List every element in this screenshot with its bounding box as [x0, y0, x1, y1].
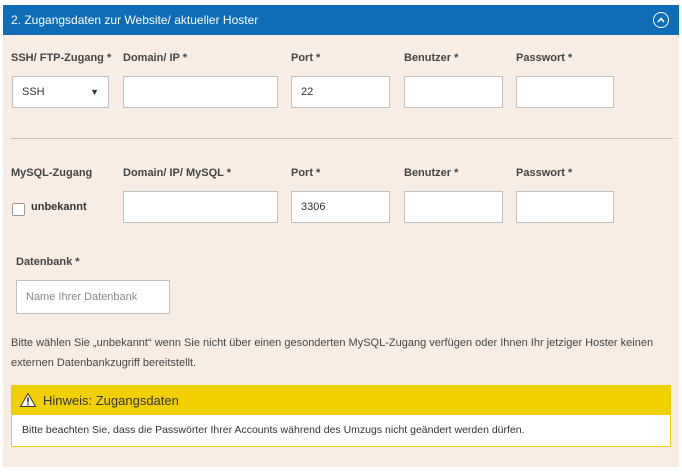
mysql-port-label: Port *: [291, 167, 321, 179]
ftp-port-label: Port *: [291, 52, 321, 64]
mysql-password-input[interactable]: [516, 191, 614, 223]
section-divider: [11, 138, 673, 139]
mysql-info-text: Bitte wählen Sie „unbekannt“ wenn Sie ni…: [11, 337, 654, 369]
mysql-access-label: MySQL-Zugang: [11, 167, 93, 179]
mysql-user-label: Benutzer *: [404, 167, 459, 179]
notice-title: Hinweis: Zugangsdaten: [43, 393, 179, 408]
ftp-domain-label: Domain/ IP *: [123, 52, 187, 64]
mysql-domain-label: Domain/ IP/ MySQL *: [123, 167, 231, 179]
ftp-access-value: SSH: [22, 86, 45, 98]
unbekannt-checkbox[interactable]: [12, 203, 25, 216]
chevron-up-circle-icon[interactable]: [653, 12, 669, 28]
ftp-password-input[interactable]: [516, 76, 614, 108]
unbekannt-checkbox-label[interactable]: unbekannt: [31, 201, 87, 213]
notice-box: Hinweis: Zugangsdaten Bitte beachten Sie…: [11, 385, 671, 447]
ftp-port-input[interactable]: 22: [291, 76, 390, 108]
notice-body: Bitte beachten Sie, dass die Passwörter …: [22, 424, 525, 436]
section-header[interactable]: 2. Zugangsdaten zur Website/ aktueller H…: [3, 5, 679, 35]
ftp-user-label: Benutzer *: [404, 52, 459, 64]
database-label: Datenbank *: [16, 256, 80, 268]
dropdown-arrow-icon: ▼: [90, 87, 99, 97]
mysql-password-label: Passwort *: [516, 167, 573, 179]
ftp-password-label: Passwort *: [516, 52, 573, 64]
notice-header: Hinweis: Zugangsdaten: [12, 386, 670, 415]
section-title: 2. Zugangsdaten zur Website/ aktueller H…: [11, 13, 259, 27]
database-placeholder: Name Ihrer Datenbank: [26, 291, 138, 303]
warning-icon: [19, 392, 37, 412]
mysql-user-input[interactable]: [404, 191, 503, 223]
ftp-access-label: SSH/ FTP-Zugang *: [11, 52, 112, 64]
ftp-domain-input[interactable]: [123, 76, 278, 108]
ftp-user-input[interactable]: [404, 76, 503, 108]
database-input[interactable]: Name Ihrer Datenbank: [16, 280, 170, 314]
ftp-access-select[interactable]: SSH ▼: [12, 76, 109, 108]
hoster-credentials-panel: 2. Zugangsdaten zur Website/ aktueller H…: [3, 5, 679, 467]
mysql-domain-input[interactable]: [123, 191, 278, 223]
mysql-port-input[interactable]: 3306: [291, 191, 390, 223]
